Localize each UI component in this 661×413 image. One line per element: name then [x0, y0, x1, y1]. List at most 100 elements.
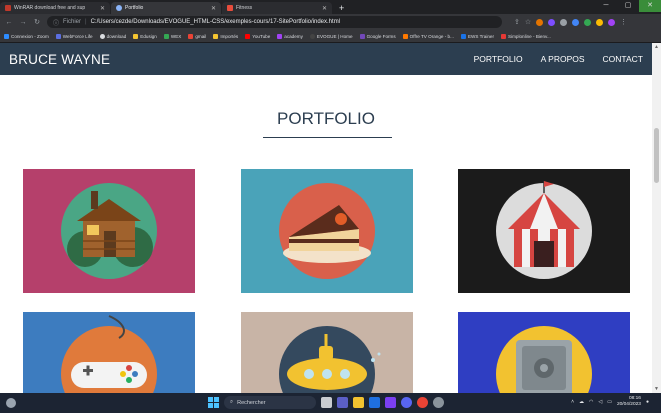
scroll-down-icon[interactable]: ▼: [652, 385, 661, 393]
address-separator: |: [85, 19, 87, 25]
bookmark-icon: [245, 33, 251, 39]
bookmark-item[interactable]: Importés: [213, 33, 238, 39]
extension-icon[interactable]: [584, 18, 592, 26]
cake-icon: [279, 183, 375, 279]
bookmark-label: EWS Trainer: [467, 33, 494, 39]
file-explorer-icon[interactable]: [353, 397, 364, 408]
bookmark-item[interactable]: Connexion - Zoom: [4, 33, 49, 39]
battery-icon[interactable]: ▭: [607, 399, 612, 405]
circus-tent-icon: [496, 181, 592, 279]
reload-icon[interactable]: ↻: [33, 18, 41, 26]
star-icon[interactable]: ☆: [525, 18, 531, 26]
bookmark-icon: [4, 33, 9, 39]
tab-portfolio[interactable]: Portfolio ✕: [111, 2, 221, 14]
task-view-icon[interactable]: [321, 397, 332, 408]
extension-icon[interactable]: [596, 18, 604, 26]
bookmark-item[interactable]: gmail: [188, 33, 206, 39]
extension-icon[interactable]: [572, 18, 580, 26]
extension-icon[interactable]: [548, 18, 556, 26]
chevron-up-icon[interactable]: ˄: [571, 399, 574, 405]
winrar-favicon-icon: [5, 5, 11, 11]
bookmark-label: Edusign: [140, 33, 157, 39]
bookmark-icon: [277, 33, 283, 39]
chrome-icon[interactable]: [417, 397, 428, 408]
bookmark-label: Google Forms: [366, 33, 396, 39]
section-heading: PORTFOLIO: [0, 109, 652, 129]
bookmark-label: academy: [284, 33, 303, 39]
site-header: BRUCE WAYNE PORTFOLIO A PROPOS CONTACT: [0, 43, 652, 75]
bookmark-item[interactable]: Google Forms: [359, 33, 396, 39]
bookmark-label: Simplonline - Bienv...: [507, 33, 551, 39]
bookmark-item[interactable]: academy: [277, 33, 303, 39]
portfolio-item-cabin[interactable]: [23, 169, 195, 293]
weather-icon[interactable]: [6, 398, 16, 408]
cabin-icon: [61, 183, 157, 279]
profile-avatar[interactable]: [608, 18, 616, 26]
menu-icon[interactable]: ⋮: [620, 18, 627, 26]
game-controller-icon: [61, 315, 157, 393]
nav-portfolio[interactable]: PORTFOLIO: [474, 54, 523, 64]
new-tab-icon[interactable]: +: [339, 2, 344, 14]
bookmark-label: Connexion - Zoom: [11, 33, 49, 39]
bookmark-item[interactable]: download: [99, 33, 127, 39]
bookmark-item[interactable]: WebForce Life: [55, 33, 93, 39]
minimize-icon[interactable]: ─: [595, 0, 617, 12]
close-window-icon[interactable]: ✕: [639, 0, 661, 12]
bookmark-item[interactable]: Offre TV Orange - b...: [402, 33, 454, 39]
page-title: PORTFOLIO: [277, 109, 375, 128]
back-icon[interactable]: ←: [5, 19, 13, 26]
scrollbar-thumb[interactable]: [654, 128, 659, 183]
bookmark-item[interactable]: EWS Trainer: [460, 33, 494, 39]
nav-a-propos[interactable]: A PROPOS: [541, 54, 585, 64]
address-url: C:/Users/cezde/Downloads/EVOGUE_HTML-CSS…: [90, 19, 341, 25]
bookmark-item[interactable]: Simplonline - Bienv...: [500, 33, 551, 39]
clock[interactable]: 08:16 20/04/2023: [617, 396, 641, 408]
system-tray: ˄ ☁ ◠ ◁ ▭ 08:16 20/04/2023 ●: [571, 396, 649, 408]
extension-icon[interactable]: [560, 18, 568, 26]
bookmark-icon: [500, 33, 506, 39]
scroll-up-icon[interactable]: ▲: [652, 43, 661, 51]
bookmark-item[interactable]: Edusign: [133, 33, 157, 39]
share-icon[interactable]: ⇪: [514, 18, 520, 26]
info-icon[interactable]: ⓘ: [53, 18, 59, 27]
settings-icon[interactable]: [433, 397, 444, 408]
tab-fitness[interactable]: Fitness ✕: [222, 2, 332, 14]
maximize-icon[interactable]: ▢: [617, 0, 639, 12]
bookmark-item[interactable]: YouTube: [245, 33, 270, 39]
notification-icon[interactable]: ●: [646, 399, 649, 405]
bookmark-label: Offre TV Orange - b...: [409, 33, 454, 39]
close-tab-icon[interactable]: ✕: [211, 5, 216, 12]
discord-icon[interactable]: [401, 397, 412, 408]
portfolio-item-cake[interactable]: [241, 169, 413, 293]
page-scrollbar[interactable]: ▲ ▼: [652, 43, 661, 393]
brand-logo[interactable]: BRUCE WAYNE: [9, 52, 110, 67]
tab-title: Portfolio: [125, 5, 144, 11]
extension-icon[interactable]: [536, 18, 544, 26]
start-icon[interactable]: [208, 397, 219, 408]
taskbar-search[interactable]: ⌕ Rechercher: [224, 396, 316, 409]
close-tab-icon[interactable]: ✕: [322, 5, 327, 12]
portfolio-item-submarine[interactable]: [241, 312, 413, 393]
nav-contact[interactable]: CONTACT: [603, 54, 643, 64]
portfolio-item-safe[interactable]: [458, 312, 630, 393]
page-favicon-icon: [116, 5, 122, 11]
volume-icon[interactable]: ◁: [598, 399, 602, 405]
bookmark-item[interactable]: WEX: [163, 33, 182, 39]
app-icon[interactable]: [385, 397, 396, 408]
portfolio-item-circus[interactable]: [458, 169, 630, 293]
cloud-icon[interactable]: ☁: [579, 399, 584, 405]
forward-icon[interactable]: →: [19, 19, 27, 26]
bookmark-label: WEX: [170, 33, 182, 39]
tab-winrar[interactable]: WinRAR download free and sup ✕: [0, 2, 110, 14]
close-tab-icon[interactable]: ✕: [100, 5, 105, 12]
bookmark-item[interactable]: EVOGUE | Home: [309, 33, 353, 39]
taskbar: ⌕ Rechercher ˄ ☁ ◠ ◁ ▭ 08:16 20/04/2023 …: [0, 393, 661, 413]
fitness-favicon-icon: [227, 5, 233, 11]
bookmark-label: download: [106, 33, 127, 39]
chat-icon[interactable]: [337, 397, 348, 408]
wifi-icon[interactable]: ◠: [589, 399, 593, 405]
bookmark-icon: [188, 33, 194, 39]
address-bar[interactable]: ⓘ Fichier | C:/Users/cezde/Downloads/EVO…: [47, 16, 502, 28]
store-icon[interactable]: [369, 397, 380, 408]
portfolio-item-game[interactable]: [23, 312, 195, 393]
